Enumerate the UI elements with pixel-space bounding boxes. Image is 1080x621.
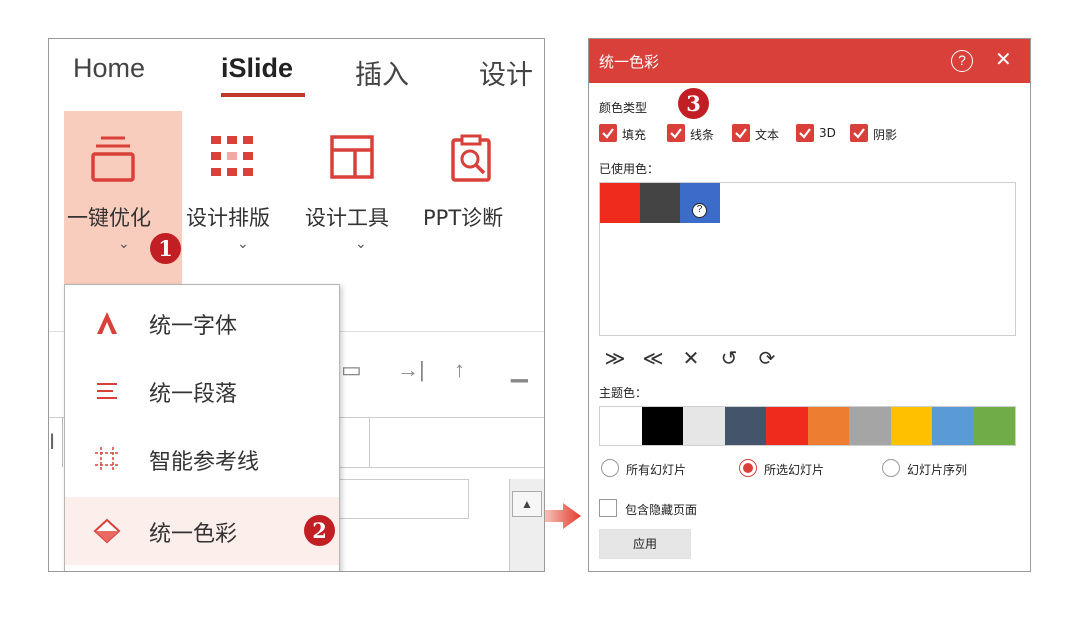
arrow-right-icon xyxy=(545,503,581,529)
move-down-icon[interactable]: ≫ xyxy=(603,347,627,371)
paragraph-lines-icon xyxy=(97,383,117,399)
align-bottom-icon: ▁ xyxy=(511,357,528,382)
checkbox-checked-icon xyxy=(796,124,814,142)
grid-layout-icon xyxy=(211,136,253,176)
checkbox-checked-icon xyxy=(850,124,868,142)
theme-color-swatch[interactable] xyxy=(642,407,683,445)
align-top-icon: ↑ xyxy=(454,357,465,382)
menu-item-label: 统一段落 xyxy=(149,382,238,407)
theme-color-swatch[interactable] xyxy=(725,407,766,445)
theme-color-swatch[interactable] xyxy=(808,407,849,445)
align-right-icon: →| xyxy=(397,357,425,382)
checkbox-label: 阴影 xyxy=(873,128,898,142)
checkbox-label: 线条 xyxy=(690,128,715,142)
chevron-down-icon[interactable]: ⌄ xyxy=(237,235,249,252)
design-layout-label[interactable]: 设计排版 xyxy=(186,202,270,232)
theme-color-swatch[interactable] xyxy=(891,407,932,445)
radio-label: 幻灯片序列 xyxy=(907,463,968,477)
menu-item-unify-color[interactable]: 统一色彩 xyxy=(65,497,339,565)
chevron-down-icon[interactable]: ⌄ xyxy=(118,235,130,252)
checkbox-checked-icon xyxy=(599,124,617,142)
unify-color-dialog: 统一色彩 ? ✕ 颜色类型 3 填充 线条 文本 3D 阴影 已使用色： ? ≫… xyxy=(588,38,1031,572)
used-colors-label: 已使用色： xyxy=(599,162,660,176)
step-badge-2: 2 xyxy=(304,515,335,546)
tab-design[interactable]: 设计 xyxy=(479,53,533,92)
theme-colors-row xyxy=(599,406,1016,446)
theme-color-swatch[interactable] xyxy=(766,407,808,445)
used-color-swatch[interactable] xyxy=(600,183,640,223)
apply-button[interactable]: 应用 xyxy=(599,529,691,559)
text-cursor-icon: I xyxy=(49,417,63,467)
menu-item-label: 统一色彩 xyxy=(149,522,238,547)
delete-icon[interactable]: ✕ xyxy=(679,347,703,371)
design-tools-label[interactable]: 设计工具 xyxy=(305,202,389,232)
theme-color-swatch[interactable] xyxy=(974,407,1015,445)
checkbox-label: 3D xyxy=(819,126,836,140)
checkbox-label: 文本 xyxy=(755,128,780,142)
radio-label: 所选幻灯片 xyxy=(764,463,825,477)
ribbon-panel: Home iSlide 插入 设计 一键优化 设计排版 设计工具 PPT诊断 ⌄… xyxy=(48,38,545,572)
radio-unselected-icon xyxy=(601,459,619,477)
undo-icon[interactable]: ↺ xyxy=(717,347,741,371)
color-diamond-icon xyxy=(93,518,121,544)
close-icon[interactable]: ✕ xyxy=(995,48,1012,72)
optimize-dropdown-menu: 统一字体 统一段落 智能参考线 统一色彩 2 xyxy=(64,284,340,571)
menu-item-unify-font[interactable]: 统一字体 xyxy=(65,289,339,357)
align-left-icon: ▭ xyxy=(341,357,362,382)
divider xyxy=(369,417,370,467)
step-badge-3: 3 xyxy=(678,88,709,119)
tab-islide[interactable]: iSlide xyxy=(221,53,293,84)
menu-item-label: 统一字体 xyxy=(149,314,238,339)
used-colors-panel: ? xyxy=(599,182,1016,336)
menu-item-label: 智能参考线 xyxy=(149,450,260,475)
clipboard-search-icon xyxy=(451,134,491,182)
used-color-swatch[interactable] xyxy=(640,183,680,223)
guide-lines-icon xyxy=(95,447,119,471)
background-field xyxy=(329,479,469,519)
optimize-label: 一键优化 xyxy=(67,206,151,230)
theme-color-swatch[interactable] xyxy=(600,407,642,445)
layers-icon xyxy=(91,136,135,182)
dialog-header[interactable]: 统一色彩 ? ✕ xyxy=(589,39,1030,83)
theme-color-swatch[interactable] xyxy=(683,407,725,445)
used-color-swatch[interactable]: ? xyxy=(680,183,720,223)
checkbox-checked-icon xyxy=(667,124,685,142)
dialog-title: 统一色彩 xyxy=(599,53,660,71)
active-tab-indicator xyxy=(221,93,305,97)
color-type-label: 颜色类型 xyxy=(599,101,648,115)
radio-label: 所有幻灯片 xyxy=(626,463,687,477)
include-hidden-checkbox[interactable] xyxy=(599,499,617,517)
tab-home[interactable]: Home xyxy=(73,53,145,84)
include-hidden-label: 包含隐藏页面 xyxy=(625,503,698,517)
divider xyxy=(334,467,544,468)
theme-color-swatch[interactable] xyxy=(849,407,891,445)
menu-item-smart-guides[interactable]: 智能参考线 xyxy=(65,425,339,493)
checkbox-label: 填充 xyxy=(622,128,647,142)
ppt-diagnose-label[interactable]: PPT诊断 xyxy=(423,202,503,232)
step-badge-1: 1 xyxy=(150,233,181,264)
question-icon: ? xyxy=(692,203,707,218)
theme-colors-label: 主题色： xyxy=(599,386,648,400)
tab-insert[interactable]: 插入 xyxy=(355,53,409,92)
radio-unselected-icon xyxy=(882,459,900,477)
panel-layout-icon xyxy=(330,135,374,179)
theme-color-swatch[interactable] xyxy=(932,407,974,445)
help-icon[interactable]: ? xyxy=(951,50,973,72)
scroll-up-button[interactable]: ▲ xyxy=(512,491,542,517)
checkbox-checked-icon xyxy=(732,124,750,142)
refresh-icon[interactable]: ⟳ xyxy=(755,347,779,371)
chevron-down-icon[interactable]: ⌄ xyxy=(355,235,367,252)
radio-selected-icon xyxy=(739,459,757,477)
font-a-icon xyxy=(97,312,117,334)
menu-item-unify-paragraph[interactable]: 统一段落 xyxy=(65,357,339,425)
move-up-icon[interactable]: ≪ xyxy=(641,347,665,371)
